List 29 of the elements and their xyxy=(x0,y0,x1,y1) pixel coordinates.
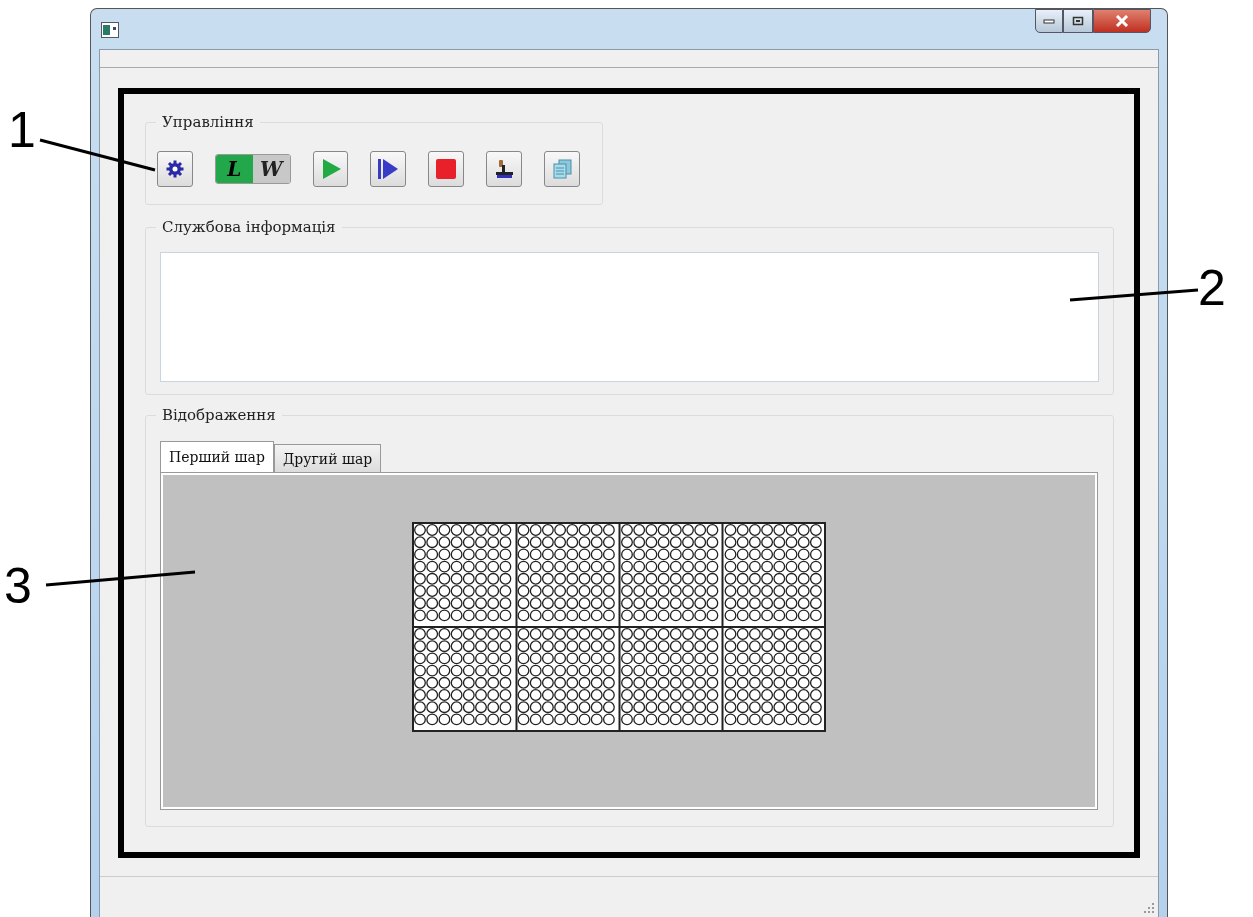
settings-button[interactable] xyxy=(157,151,193,187)
app-icon xyxy=(101,22,119,38)
callout-number: 1 xyxy=(8,104,36,156)
stop-icon xyxy=(436,159,457,179)
mode-option[interactable]: L xyxy=(215,155,253,183)
callout-number: 3 xyxy=(4,560,32,612)
callout-number: 2 xyxy=(1198,262,1226,314)
layer-tab[interactable]: Перший шар xyxy=(160,441,274,472)
copy-icon xyxy=(552,159,573,179)
brush-icon xyxy=(494,159,515,179)
step-button[interactable] xyxy=(370,151,407,187)
maximize-icon xyxy=(1072,16,1084,26)
minimize-button[interactable] xyxy=(1035,9,1063,33)
brush-button[interactable] xyxy=(486,151,523,187)
minimize-icon xyxy=(1043,18,1055,24)
close-button[interactable] xyxy=(1093,9,1151,33)
group-title: Службова інформація xyxy=(156,217,342,237)
layer-tab[interactable]: Другий шар xyxy=(273,444,382,472)
maximize-button[interactable] xyxy=(1063,9,1093,33)
close-icon xyxy=(1115,15,1129,27)
copy-button[interactable] xyxy=(544,151,580,187)
mode-option[interactable]: W xyxy=(252,155,290,183)
resize-grip-icon[interactable] xyxy=(1144,903,1154,913)
stop-button[interactable] xyxy=(428,151,465,187)
step-icon xyxy=(377,158,400,180)
group-title: Відображення xyxy=(156,405,282,425)
settings-icon xyxy=(165,160,184,178)
play-button[interactable] xyxy=(312,151,349,187)
mode-toggle[interactable]: L W xyxy=(214,154,291,184)
